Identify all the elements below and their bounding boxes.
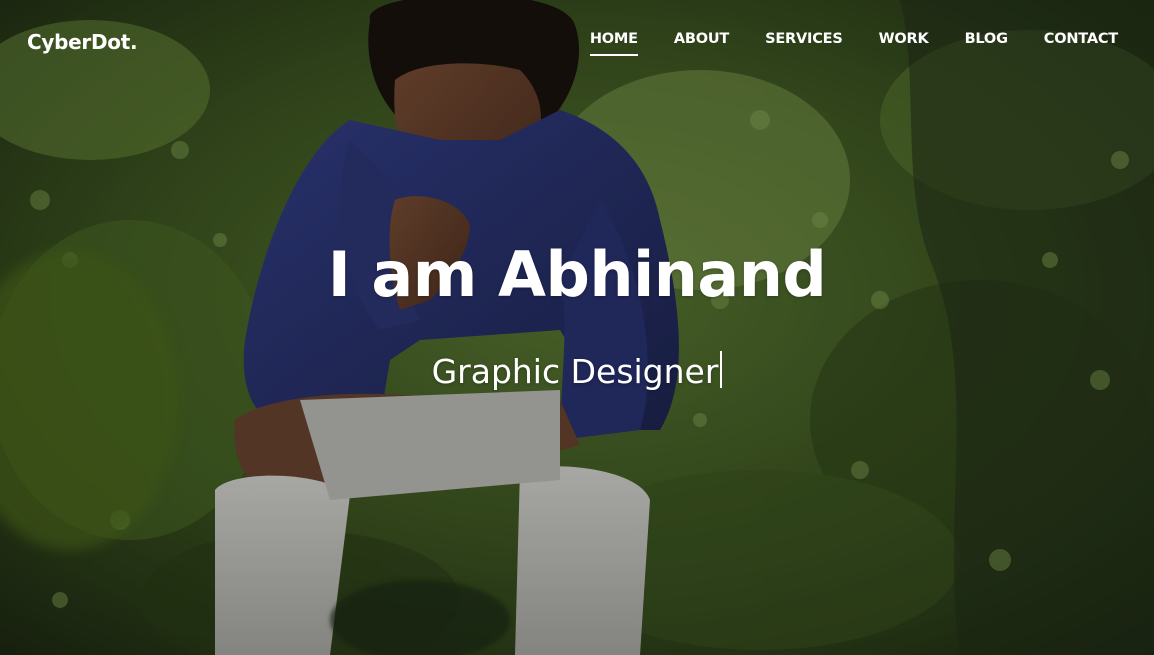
nav-menu: HOME ABOUT SERVICES WORK BLOG CONTACT bbox=[554, 31, 1118, 56]
nav-item-blog[interactable]: BLOG bbox=[965, 31, 1008, 53]
hero-headline: I am Abhinand bbox=[327, 238, 827, 311]
hero-section: CyberDot. HOME ABOUT SERVICES WORK BLOG … bbox=[0, 0, 1154, 655]
hero-role-text: Graphic Designer bbox=[431, 352, 719, 391]
brand-logo[interactable]: CyberDot. bbox=[27, 30, 138, 54]
typing-cursor bbox=[720, 351, 723, 388]
top-navbar: CyberDot. HOME ABOUT SERVICES WORK BLOG … bbox=[0, 0, 1154, 80]
nav-item-about[interactable]: ABOUT bbox=[674, 31, 729, 53]
nav-item-work[interactable]: WORK bbox=[879, 31, 929, 53]
nav-item-home[interactable]: HOME bbox=[589, 31, 638, 56]
hero-overlay bbox=[0, 0, 1154, 655]
hero-subline: Graphic Designer bbox=[0, 351, 1154, 391]
nav-item-contact[interactable]: CONTACT bbox=[1044, 31, 1118, 53]
nav-item-services[interactable]: SERVICES bbox=[765, 31, 843, 53]
